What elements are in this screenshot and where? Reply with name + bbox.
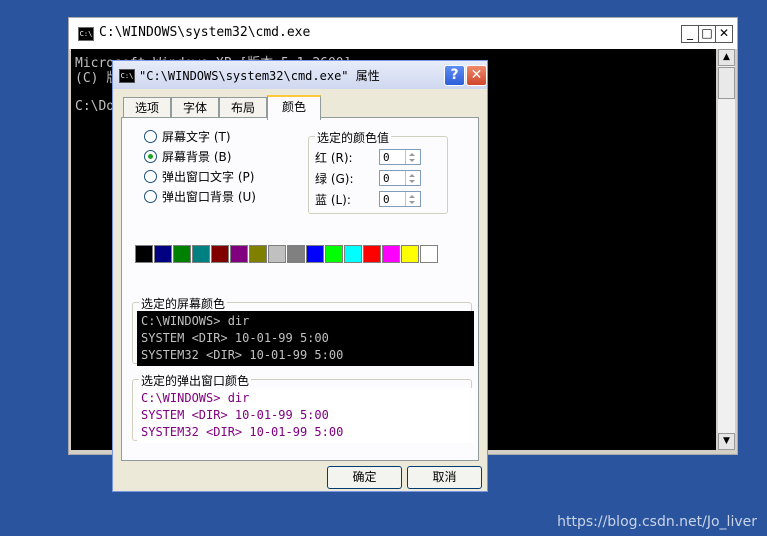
color-swatch[interactable]: [135, 245, 153, 263]
color-swatch[interactable]: [382, 245, 400, 263]
maximize-button[interactable]: □: [698, 25, 716, 43]
properties-dialog: C:\ "C:\WINDOWS\system32\cmd.exe" 属性 ? ✕…: [112, 60, 488, 492]
color-swatch[interactable]: [154, 245, 172, 263]
color-swatch[interactable]: [401, 245, 419, 263]
preview-line: SYSTEM <DIR> 10-01-99 5:00: [141, 331, 329, 345]
red-label: 红 (R):: [315, 151, 353, 165]
ok-button[interactable]: 确定: [327, 466, 402, 489]
cmd-title-bar[interactable]: C:\ C:\WINDOWS\system32\cmd.exe _ □ ✕: [69, 18, 737, 49]
close-button[interactable]: ✕: [715, 25, 733, 43]
blue-value: 0: [383, 193, 390, 206]
dialog-close-button[interactable]: ✕: [466, 65, 487, 86]
color-swatch[interactable]: [230, 245, 248, 263]
cmd-window-title: C:\WINDOWS\system32\cmd.exe: [99, 25, 311, 40]
radio-checked-icon: [144, 150, 157, 163]
tab-options[interactable]: 选项: [123, 97, 171, 118]
radio-icon: [144, 130, 157, 143]
tab-layout[interactable]: 布局: [219, 97, 267, 118]
color-swatch[interactable]: [306, 245, 324, 263]
popup-color-preview-group: 选定的弹出窗口颜色 C:\WINDOWS> dir SYSTEM <DIR> 1…: [132, 372, 474, 443]
color-swatch[interactable]: [192, 245, 210, 263]
color-swatch[interactable]: [249, 245, 267, 263]
screen-color-preview-group: 选定的屏幕颜色 C:\WINDOWS> dir SYSTEM <DIR> 10-…: [132, 295, 474, 366]
cancel-button[interactable]: 取消: [407, 466, 482, 489]
blue-label: 蓝 (L):: [315, 193, 351, 207]
radio-icon: [144, 190, 157, 203]
radio-label: 屏幕文字 (T): [162, 130, 231, 144]
screen-color-preview: C:\WINDOWS> dir SYSTEM <DIR> 10-01-99 5:…: [137, 311, 474, 366]
color-swatch[interactable]: [325, 245, 343, 263]
tab-colors[interactable]: 颜色: [267, 95, 321, 120]
red-spinner[interactable]: 0: [379, 149, 421, 165]
radio-popup-text[interactable]: 弹出窗口文字 (P): [144, 169, 254, 185]
green-spinner[interactable]: 0: [379, 170, 421, 186]
green-row: 绿 (G): 0: [315, 170, 421, 187]
color-values-group: 选定的颜色值 红 (R): 0 绿 (G): 0 蓝 (L): 0: [308, 129, 448, 214]
tab-font[interactable]: 字体: [171, 97, 219, 118]
preview-line: SYSTEM32 <DIR> 10-01-99 5:00: [141, 425, 344, 439]
color-swatch[interactable]: [268, 245, 286, 263]
scroll-thumb[interactable]: [718, 67, 735, 99]
spinner-arrows-icon[interactable]: [405, 171, 420, 185]
spinner-arrows-icon[interactable]: [405, 150, 420, 164]
preview-line: SYSTEM <DIR> 10-01-99 5:00: [141, 408, 329, 422]
radio-icon: [144, 170, 157, 183]
scroll-down-icon[interactable]: ▼: [718, 433, 735, 450]
radio-screen-background[interactable]: 屏幕背景 (B): [144, 149, 231, 165]
help-button[interactable]: ?: [444, 65, 465, 86]
radio-popup-background[interactable]: 弹出窗口背景 (U): [144, 189, 256, 205]
popup-color-preview: C:\WINDOWS> dir SYSTEM <DIR> 10-01-99 5:…: [137, 388, 474, 443]
radio-screen-text[interactable]: 屏幕文字 (T): [144, 129, 231, 145]
watermark: https://blog.csdn.net/Jo_liver: [557, 514, 757, 530]
screen-preview-title: 选定的屏幕颜色: [139, 295, 228, 312]
radio-label: 弹出窗口背景 (U): [162, 190, 256, 204]
popup-preview-title: 选定的弹出窗口颜色: [139, 372, 252, 389]
preview-line: C:\WINDOWS> dir: [141, 314, 250, 328]
color-swatch[interactable]: [211, 245, 229, 263]
blue-spinner[interactable]: 0: [379, 191, 421, 207]
color-swatch[interactable]: [363, 245, 381, 263]
color-values-title: 选定的颜色值: [315, 129, 392, 146]
preview-line: C:\WINDOWS> dir: [141, 391, 250, 405]
green-label: 绿 (G):: [315, 172, 354, 186]
dialog-title: "C:\WINDOWS\system32\cmd.exe" 属性: [139, 69, 380, 83]
spinner-arrows-icon[interactable]: [405, 192, 420, 206]
dialog-title-bar[interactable]: C:\ "C:\WINDOWS\system32\cmd.exe" 属性 ? ✕: [113, 61, 487, 89]
red-value: 0: [383, 151, 390, 164]
preview-line: SYSTEM32 <DIR> 10-01-99 5:00: [141, 348, 344, 362]
radio-label: 弹出窗口文字 (P): [162, 170, 255, 184]
color-swatch[interactable]: [344, 245, 362, 263]
vertical-scrollbar[interactable]: ▲ ▼: [718, 49, 735, 450]
green-value: 0: [383, 172, 390, 185]
color-swatch[interactable]: [420, 245, 438, 263]
blue-row: 蓝 (L): 0: [315, 191, 421, 208]
dialog-app-icon: C:\: [119, 69, 135, 83]
console-line: C:\Do: [75, 99, 115, 114]
color-swatch[interactable]: [287, 245, 305, 263]
minimize-button[interactable]: _: [681, 25, 699, 43]
cmd-app-icon[interactable]: C:\: [78, 27, 94, 41]
color-swatch[interactable]: [173, 245, 191, 263]
scroll-up-icon[interactable]: ▲: [718, 49, 735, 66]
radio-label: 屏幕背景 (B): [162, 150, 232, 164]
colors-tab-panel: 屏幕文字 (T) 屏幕背景 (B) 弹出窗口文字 (P) 弹出窗口背景 (U) …: [121, 117, 479, 461]
red-row: 红 (R): 0: [315, 149, 421, 166]
